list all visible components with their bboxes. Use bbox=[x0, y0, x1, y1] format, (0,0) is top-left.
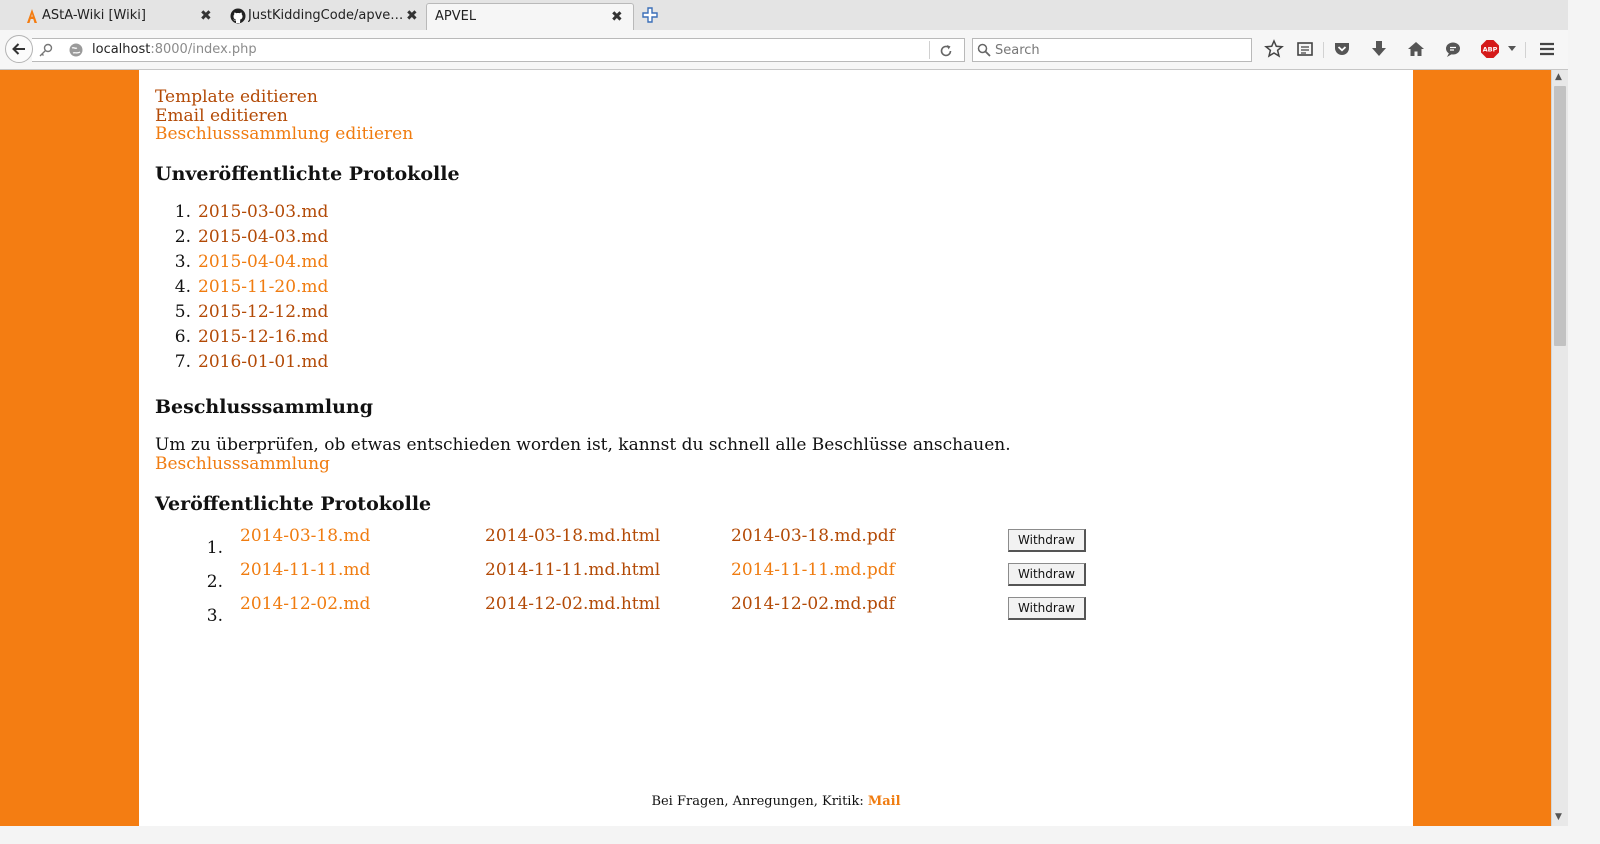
url-path: :8000/index.php bbox=[150, 42, 257, 57]
tab-title: JustKiddingCode/apve… bbox=[248, 8, 404, 23]
table-row: 2. 2014-11-11.md 2014-11-11.md.html 2014… bbox=[155, 560, 1086, 594]
pocket-icon[interactable] bbox=[1331, 38, 1353, 60]
toolbar-separator bbox=[1525, 42, 1526, 58]
withdraw-button[interactable]: Withdraw bbox=[1008, 529, 1086, 552]
published-table: 1. 2014-03-18.md 2014-03-18.md.html 2014… bbox=[155, 526, 1086, 628]
pdf-file-link[interactable]: 2014-03-18.md.pdf bbox=[731, 526, 895, 546]
md-file-link[interactable]: 2014-11-11.md bbox=[240, 560, 370, 580]
window-edge bbox=[1568, 0, 1600, 844]
key-icon[interactable] bbox=[38, 42, 54, 58]
github-icon bbox=[230, 8, 246, 24]
tab-github[interactable]: JustKiddingCode/apve… ✖ bbox=[226, 3, 422, 30]
reading-list-icon[interactable] bbox=[1294, 38, 1316, 60]
html-file-link[interactable]: 2014-03-18.md.html bbox=[485, 526, 660, 546]
tab-apvel[interactable]: APVEL ✖ bbox=[426, 3, 634, 30]
list-number: 2. bbox=[174, 227, 191, 247]
list-number: 6. bbox=[174, 327, 191, 347]
close-tab-icon[interactable]: ✖ bbox=[611, 4, 623, 30]
md-file-link[interactable]: 2014-12-02.md bbox=[240, 594, 370, 614]
url-separator bbox=[929, 41, 930, 59]
adblock-plus-icon[interactable]: ABP bbox=[1479, 38, 1501, 60]
email-edit-link[interactable]: Email editieren bbox=[155, 106, 413, 126]
pdf-file-link[interactable]: 2014-12-02.md.pdf bbox=[731, 594, 895, 614]
protocol-link[interactable]: 2015-12-12.md bbox=[198, 300, 328, 325]
reload-icon[interactable] bbox=[938, 43, 954, 59]
url-bar[interactable]: localhost:8000/index.php bbox=[32, 38, 965, 62]
protocol-link[interactable]: 2015-04-03.md bbox=[198, 225, 328, 250]
published-heading: Veröffentlichte Protokolle bbox=[155, 493, 432, 515]
navigation-toolbar: localhost:8000/index.php Search ABP bbox=[0, 30, 1600, 70]
list-number: 3. bbox=[174, 252, 191, 272]
close-tab-icon[interactable]: ✖ bbox=[200, 3, 212, 29]
window-bottom-edge bbox=[0, 826, 1600, 844]
list-number: 1. bbox=[174, 202, 191, 222]
site-info-icon[interactable] bbox=[68, 42, 84, 58]
search-input[interactable] bbox=[995, 41, 1245, 59]
scroll-up-icon[interactable]: ▲ bbox=[1555, 72, 1562, 82]
protocol-link[interactable]: 2016-01-01.md bbox=[198, 350, 328, 375]
tab-title: AStA-Wiki [Wiki] bbox=[42, 8, 146, 23]
bookmark-star-icon[interactable] bbox=[1263, 38, 1285, 60]
unpublished-heading: Unveröffentlichte Protokolle bbox=[155, 163, 460, 185]
main-content: Template editieren Email editieren Besch… bbox=[139, 70, 1413, 826]
new-tab-icon[interactable] bbox=[641, 6, 659, 24]
html-file-link[interactable]: 2014-12-02.md.html bbox=[485, 594, 660, 614]
footer: Bei Fragen, Anregungen, Kritik: Mail bbox=[139, 794, 1413, 809]
adblock-label: ABP bbox=[1483, 46, 1498, 54]
list-number: 5. bbox=[174, 302, 191, 322]
beschluss-text: Um zu überprüfen, ob etwas entschieden w… bbox=[155, 435, 1011, 455]
html-file-link[interactable]: 2014-11-11.md.html bbox=[485, 560, 660, 580]
page-viewport: Template editieren Email editieren Besch… bbox=[0, 70, 1551, 826]
footer-text: Bei Fragen, Anregungen, Kritik: bbox=[651, 794, 868, 809]
table-row: 3. 2014-12-02.md 2014-12-02.md.html 2014… bbox=[155, 594, 1086, 628]
home-icon[interactable] bbox=[1405, 38, 1427, 60]
search-box[interactable] bbox=[972, 38, 1252, 62]
protocol-link[interactable]: 2015-11-20.md bbox=[198, 275, 328, 300]
url-host: localhost bbox=[92, 42, 151, 57]
protocol-link[interactable]: 2015-04-04.md bbox=[198, 250, 328, 275]
list-number: 7. bbox=[174, 352, 191, 372]
asta-logo-icon bbox=[27, 9, 37, 23]
list-number: 4. bbox=[174, 277, 191, 297]
beschluss-link[interactable]: Beschlusssammlung bbox=[155, 454, 330, 474]
row-number: 3. bbox=[206, 606, 223, 626]
close-tab-icon[interactable]: ✖ bbox=[406, 3, 418, 29]
tab-asta-wiki[interactable]: AStA-Wiki [Wiki] ✖ bbox=[20, 3, 216, 30]
tab-bar: AStA-Wiki [Wiki] ✖ JustKiddingCode/apve…… bbox=[0, 0, 1600, 31]
pdf-file-link[interactable]: 2014-11-11.md.pdf bbox=[731, 560, 895, 580]
toolbar-separator bbox=[1323, 42, 1324, 58]
vertical-scrollbar[interactable]: ▲ ▼ bbox=[1551, 70, 1569, 826]
template-edit-link[interactable]: Template editieren bbox=[155, 88, 413, 107]
chevron-down-icon[interactable] bbox=[1507, 45, 1517, 53]
table-row: 1. 2014-03-18.md 2014-03-18.md.html 2014… bbox=[155, 526, 1086, 560]
admin-links: Template editieren Email editieren Besch… bbox=[155, 88, 413, 144]
back-button[interactable] bbox=[5, 35, 33, 63]
url-text[interactable]: localhost:8000/index.php bbox=[92, 42, 257, 57]
chat-icon[interactable] bbox=[1442, 38, 1464, 60]
download-icon[interactable] bbox=[1368, 38, 1390, 60]
beschluss-description: Um zu überprüfen, ob etwas entschieden w… bbox=[155, 436, 1011, 474]
scrollbar-thumb[interactable] bbox=[1554, 86, 1566, 346]
withdraw-button[interactable]: Withdraw bbox=[1008, 563, 1086, 586]
beschluss-heading: Beschlusssammlung bbox=[155, 396, 373, 418]
back-arrow-icon bbox=[12, 43, 25, 55]
row-number: 2. bbox=[206, 572, 223, 592]
protocol-link[interactable]: 2015-12-16.md bbox=[198, 325, 328, 350]
withdraw-button[interactable]: Withdraw bbox=[1008, 597, 1086, 620]
scroll-down-icon[interactable]: ▼ bbox=[1555, 812, 1562, 822]
protocol-link[interactable]: 2015-03-03.md bbox=[198, 200, 328, 225]
search-icon bbox=[977, 43, 991, 57]
row-number: 1. bbox=[206, 538, 223, 558]
mail-link[interactable]: Mail bbox=[868, 794, 901, 809]
tab-title: APVEL bbox=[435, 9, 477, 24]
menu-icon[interactable] bbox=[1536, 38, 1558, 60]
beschluss-edit-link[interactable]: Beschlusssammlung editieren bbox=[155, 125, 413, 144]
md-file-link[interactable]: 2014-03-18.md bbox=[240, 526, 370, 546]
